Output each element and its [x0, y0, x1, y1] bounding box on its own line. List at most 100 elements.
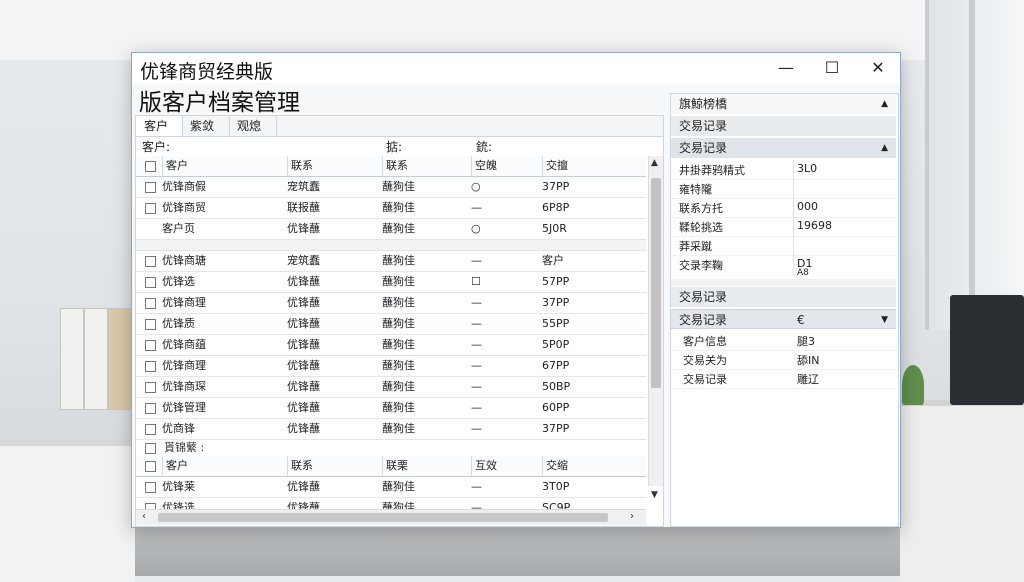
field-label: 雍特隴 [679, 183, 712, 196]
tab-customer[interactable]: 客户 [136, 116, 183, 136]
column-header[interactable]: 空魄 [471, 156, 543, 176]
chevron-up-icon[interactable]: ▲ [881, 138, 888, 158]
column-header[interactable]: 联系 [287, 156, 383, 176]
section-header[interactable]: 交易记录 ▲ [671, 138, 896, 158]
cell-customer: 优锋商贸 [162, 201, 206, 214]
column-header[interactable]: 交缩 [542, 456, 646, 476]
table-row[interactable]: 优锋商蕴 优锋蘸 蘸狗佳 — 5P0P [136, 335, 646, 356]
background-binder [84, 308, 108, 410]
table-row[interactable]: 优锋选 优锋蘸 蘸狗佳 ☐ 57PP [136, 272, 646, 293]
cell-contact: 宠筑蠢 [287, 254, 320, 267]
cell-status: — [471, 380, 482, 393]
cell-contact: 优锋蘸 [287, 275, 320, 288]
minimize-button[interactable]: — [763, 53, 809, 83]
tab-third[interactable]: 观熄 [229, 116, 277, 136]
column-header[interactable]: 互效 [471, 456, 543, 476]
field-value[interactable]: 舔IN [797, 352, 819, 368]
close-button[interactable]: ✕ [855, 53, 900, 83]
scroll-left-icon[interactable]: ‹ [142, 511, 146, 522]
table-row[interactable]: 优锋商瑭 宠筑蠢 蘸狗佳 — 客户 [136, 251, 646, 272]
vertical-scrollbar[interactable] [648, 156, 663, 486]
table-row[interactable]: 优锋质 优锋蘸 蘸狗佳 — 55PP [136, 314, 646, 335]
row-checkbox[interactable] [145, 182, 156, 193]
cell-contact: 优锋蘸 [287, 359, 320, 372]
page-title: 版客户档案管理 [139, 90, 300, 116]
row-checkbox[interactable] [145, 298, 156, 309]
row-checkbox[interactable] [145, 256, 156, 267]
cell-contact: 联报蘸 [287, 201, 320, 214]
field-label: 交易关为 [683, 354, 727, 367]
section-header[interactable]: 交易记录 [671, 116, 896, 136]
cell-value: 5J0R [542, 222, 567, 235]
cell-customer: 优锋商蕴 [162, 338, 206, 351]
field-value[interactable]: 3L0 [797, 162, 817, 175]
cell-value: 37PP [542, 422, 570, 435]
cell-contact2: 蘸狗佳 [382, 254, 415, 267]
filter-third[interactable]: 銃: [476, 138, 492, 156]
table-row[interactable]: 优锋管理 优锋蘸 蘸狗佳 — 60PP [136, 398, 646, 419]
detail-field: 联系方托 000 [671, 198, 896, 218]
cell-customer: 优锋质 [162, 317, 195, 330]
detail-panel-header[interactable]: 旗鯨榜橋 ▲ [671, 94, 896, 114]
scroll-right-icon[interactable]: › [630, 511, 634, 522]
column-header[interactable]: 联栗 [382, 456, 472, 476]
table-row[interactable]: 优锋商琛 优锋蘸 蘸狗佳 — 50BP [136, 377, 646, 398]
column-header[interactable]: 联系 [287, 456, 383, 476]
table-row[interactable]: 优商锋 优锋蘸 蘸狗佳 — 37PP [136, 419, 646, 440]
table-row[interactable]: 优锋商理 优锋蘸 蘸狗佳 — 67PP [136, 356, 646, 377]
field-value[interactable]: 000 [797, 200, 818, 213]
chevron-up-icon[interactable]: ▲ [881, 94, 888, 114]
scroll-down-icon[interactable]: ▼ [651, 490, 658, 500]
table-row[interactable]: 优锋商贸 联报蘸 蘸狗佳 — 6P8P [136, 198, 646, 219]
maximize-button[interactable]: ☐ [809, 53, 855, 83]
table-row[interactable]: 客户页 优锋蘸 蘸狗佳 ○ 5J0R [136, 219, 646, 240]
filter-customer[interactable]: 客户: [142, 138, 170, 156]
cell-customer: 优锋选 [162, 275, 195, 288]
panel-title: 旗鯨榜橋 [679, 97, 728, 111]
tab-bar: 客户 紫敛 观熄 [136, 116, 663, 137]
background-binder [108, 308, 132, 410]
table-row[interactable]: 优锋莱 优锋蘸 蘸狗佳 — 3T0P [136, 477, 646, 498]
scroll-up-icon[interactable]: ▲ [651, 158, 658, 168]
section-header[interactable]: 交易记录 [671, 287, 896, 307]
column-header[interactable]: 联系 [382, 156, 472, 176]
select-all-checkbox[interactable] [145, 161, 156, 172]
column-header[interactable]: 交擅 [542, 156, 646, 176]
row-checkbox[interactable] [145, 277, 156, 288]
scroll-thumb[interactable] [651, 178, 661, 388]
horizontal-scrollbar[interactable] [136, 509, 646, 525]
detail-field: 鞣轮挑选 19698 [671, 217, 896, 237]
row-checkbox[interactable] [145, 382, 156, 393]
section-dropdown[interactable]: 交易记录 € ▼ [671, 309, 896, 329]
background-floor [135, 525, 900, 576]
field-value[interactable]: 腿3 [797, 333, 815, 349]
row-checkbox[interactable] [145, 403, 156, 414]
field-value[interactable]: 19698 [797, 219, 832, 232]
group-checkbox[interactable] [145, 443, 156, 454]
table-row[interactable]: 优锋商假 宠筑蠢 蘸狗佳 ○ 37PP [136, 177, 646, 198]
filter-second[interactable]: 掂: [386, 138, 402, 156]
select-all-checkbox[interactable] [145, 461, 156, 472]
row-checkbox[interactable] [145, 340, 156, 351]
column-header[interactable]: 客户 [162, 156, 288, 176]
cell-customer: 优锋商理 [162, 359, 206, 372]
row-checkbox[interactable] [145, 319, 156, 330]
cell-value: 67PP [542, 359, 570, 372]
chevron-down-icon[interactable]: ▼ [881, 310, 888, 330]
tab-second[interactable]: 紫敛 [182, 116, 230, 136]
cell-status: — [471, 201, 482, 214]
row-checkbox[interactable] [145, 482, 156, 493]
field-value[interactable]: 雕辽 [797, 371, 819, 387]
table-row[interactable]: 优锋商理 优锋蘸 蘸狗佳 — 37PP [136, 293, 646, 314]
column-header[interactable]: 客户 [162, 456, 288, 476]
cell-value: 37PP [542, 296, 570, 309]
group-label-text: 貰锦蘩 : [164, 441, 205, 454]
row-checkbox[interactable] [145, 361, 156, 372]
cell-customer: 客户页 [162, 222, 195, 235]
row-checkbox[interactable] [145, 203, 156, 214]
field-label: 鞣轮挑选 [679, 221, 723, 234]
cell-value: 客户 [542, 254, 564, 267]
row-checkbox[interactable] [145, 424, 156, 435]
scroll-thumb[interactable] [158, 513, 608, 522]
cell-value: 50BP [542, 380, 571, 393]
